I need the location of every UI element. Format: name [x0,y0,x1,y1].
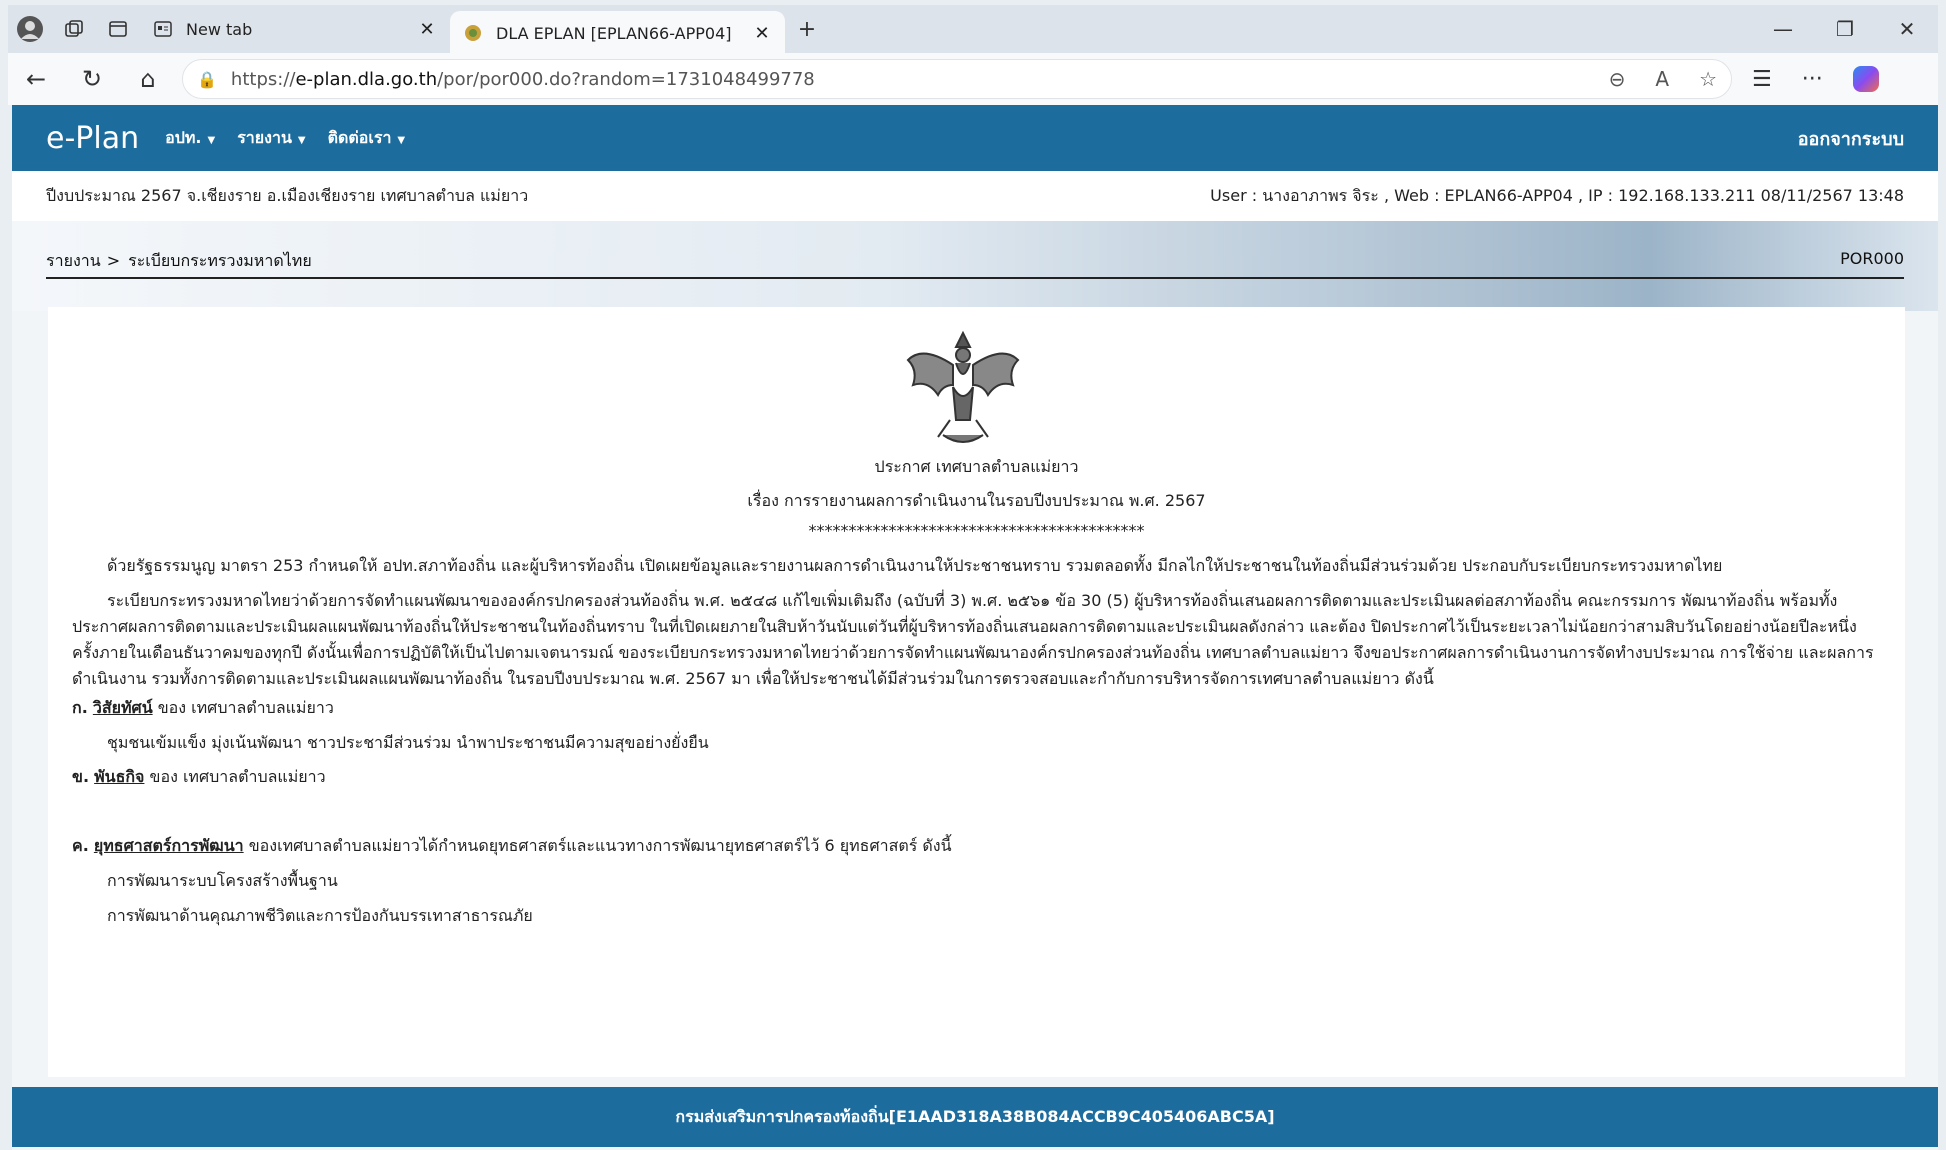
breadcrumb-root[interactable]: รายงาน [46,251,101,270]
new-tab-page-icon [152,18,174,40]
menu-label: อปท. [165,127,202,147]
stars-divider: ****************************************… [808,521,1145,540]
strategy-item: การพัฒนาด้านคุณภาพชีวิตและการป้องกันบรรเ… [107,906,533,925]
section-strategy-heading: ค. ยุทธศาสตร์การพัฒนา ของเทศบาลตำบลแม่ยา… [72,834,952,859]
tab-label: DLA EPLAN [EPLAN66-APP04] [496,23,732,43]
zoom-out-icon[interactable]: ⊖ [1609,67,1626,91]
caret-down-icon: ▼ [207,134,216,146]
menu-report[interactable]: รายงาน ▼ [237,126,305,151]
strategy-item: การพัฒนาระบบโครงสร้างพื้นฐาน [107,871,338,890]
url-host: e-plan.dla.go.th [295,68,438,90]
section-prefix: ค. [72,836,89,855]
page-code: POR000 [1840,249,1904,268]
close-window-icon[interactable]: ✕ [1876,17,1938,41]
lock-icon[interactable]: 🔒 [197,70,217,89]
menu-label: รายงาน [237,127,292,147]
brand-logo[interactable]: e-Plan [46,121,139,156]
tab-dla-eplan[interactable]: DLA EPLAN [EPLAN66-APP04] ✕ [450,11,785,55]
browser-tab-strip: New tab ✕ DLA EPLAN [EPLAN66-APP04] ✕ + … [8,5,1938,55]
section-vision-heading: ก. วิสัยทัศน์ ของ เทศบาลตำบลแม่ยาว [72,696,334,721]
user-session-info: User : นางอาภาพร จิระ , Web : EPLAN66-AP… [1210,185,1904,205]
section-prefix: ก. [72,698,88,717]
url-scheme: https:// [230,68,296,90]
section-mission-heading: ข. พันธกิจ ของ เทศบาลตำบลแม่ยาว [72,765,326,790]
caret-down-icon: ▼ [397,134,406,146]
top-navbar: e-Plan อปท. ▼ รายงาน ▼ ติดต่อเรา ▼ ออกจากระ… [12,105,1938,171]
breadcrumb-divider [46,277,1904,279]
header-banner: รายงาน > ระเบียบกระทรวงมหาดไทย POR000 [12,221,1938,311]
favorites-list-icon[interactable]: ☰ [1752,67,1772,92]
paragraph-regulation: ระเบียบกระทรวงมหาดไทยว่าด้วยการจัดทำแผนพ… [72,591,1874,688]
address-bar-row: ← ↻ ⌂ 🔒 https://e-plan.dla.go.th/por/por… [8,53,1938,105]
caret-down-icon: ▼ [297,134,306,146]
refresh-icon[interactable]: ↻ [64,65,120,93]
browser-toolbar-right: ☰ ··· [1752,66,1879,92]
url-path: /por/por000.do?random=1731048499778 [437,68,815,90]
close-tab-icon[interactable]: ✕ [416,19,438,40]
favorite-star-icon[interactable]: ☆ [1699,67,1717,91]
tab-label: New tab [186,19,253,39]
restore-icon[interactable]: ❐ [1814,17,1876,41]
info-bar: ปีงบประมาณ 2567 จ.เชียงราย อ.เมืองเชียงร… [12,171,1938,221]
menu-contact[interactable]: ติดต่อเรา ▼ [328,126,406,151]
dla-favicon-icon [462,22,484,44]
section-suffix: ของ เทศบาลตำบลแม่ยาว [157,698,334,717]
announcement-document: ประกาศ เทศบาลตำบลแม่ยาว เรื่อง การรายงาน… [48,307,1905,1077]
workspaces-icon[interactable] [52,7,96,51]
menu-label: ติดต่อเรา [327,127,392,147]
minimize-icon[interactable]: — [1752,17,1814,41]
url-actions: ⊖ A ☆ [1609,67,1717,91]
footer-bar: กรมส่งเสริมการปกครองท้องถิ่น[E1AAD318A38… [12,1087,1938,1147]
logout-link[interactable]: ออกจากระบบ [1798,124,1904,153]
menu-org[interactable]: อปท. ▼ [165,126,215,151]
section-title: พันธกิจ [94,767,145,786]
announcement-subject: เรื่อง การรายงานผลการดำเนินงานในรอบปีงบป… [747,491,1206,510]
breadcrumb-current: ระเบียบกระทรวงมหาดไทย [128,251,312,270]
new-tab-plus-icon[interactable]: + [785,7,829,51]
section-suffix: ของเทศบาลตำบลแม่ยาวได้กำหนดยุทธศาสตร์และ… [248,836,952,855]
section-title: ยุทธศาสตร์การพัฒนา [93,836,244,855]
section-prefix: ข. [72,767,90,786]
url-field[interactable]: 🔒 https://e-plan.dla.go.th/por/por000.do… [182,59,1732,99]
breadcrumb-separator: > [106,251,121,270]
vision-text: ชุมชนเข้มแข็ง มุ่งเน้นพัฒนา ชาวประชามีส่… [107,733,709,752]
section-title: วิสัยทัศน์ [92,698,153,717]
tab-actions-icon[interactable] [96,7,140,51]
breadcrumb: รายงาน > ระเบียบกระทรวงมหาดไทย [46,249,312,274]
section-suffix: ของ เทศบาลตำบลแม่ยาว [149,767,326,786]
announcement-title: ประกาศ เทศบาลตำบลแม่ยาว [874,457,1079,476]
garuda-emblem-icon [906,330,1020,443]
read-aloud-icon[interactable]: A [1655,67,1669,91]
more-menu-icon[interactable]: ··· [1802,67,1823,92]
page-scrollbar[interactable] [1930,311,1938,1087]
page-content: e-Plan อปท. ▼ รายงาน ▼ ติดต่อเรา ▼ ออกจากระ… [12,105,1938,1150]
back-arrow-icon[interactable]: ← [8,65,64,93]
close-tab-icon[interactable]: ✕ [751,23,773,44]
tab-new-tab[interactable]: New tab ✕ [140,9,450,49]
window-controls: — ❐ ✕ [1752,17,1938,41]
copilot-icon[interactable] [1852,66,1879,92]
home-icon[interactable]: ⌂ [120,65,176,93]
profile-avatar-icon[interactable] [8,7,52,51]
fiscal-year-location: ปีงบประมาณ 2567 จ.เชียงราย อ.เมืองเชียงร… [46,185,529,205]
paragraph-constitution: ด้วยรัฐธรรมนูญ มาตรา 253 กำหนดให้ อปท.สภ… [107,556,1723,575]
